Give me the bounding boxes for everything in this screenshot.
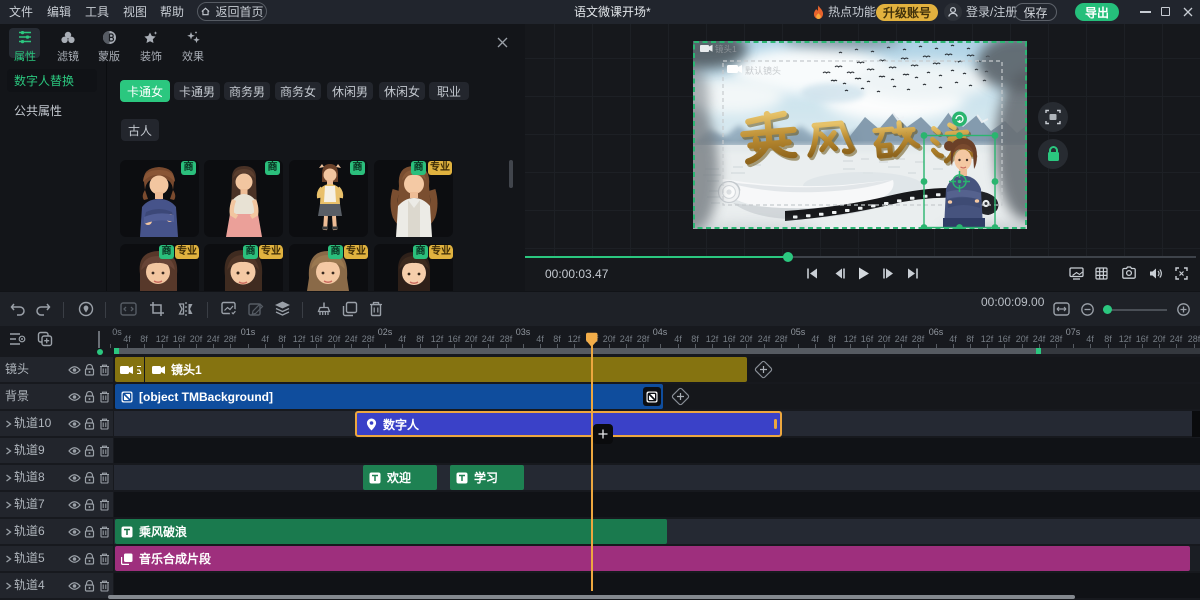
- svg-text:默认镜头: 默认镜头: [745, 65, 781, 76]
- svg-text:镜头1: 镜头1: [715, 44, 737, 54]
